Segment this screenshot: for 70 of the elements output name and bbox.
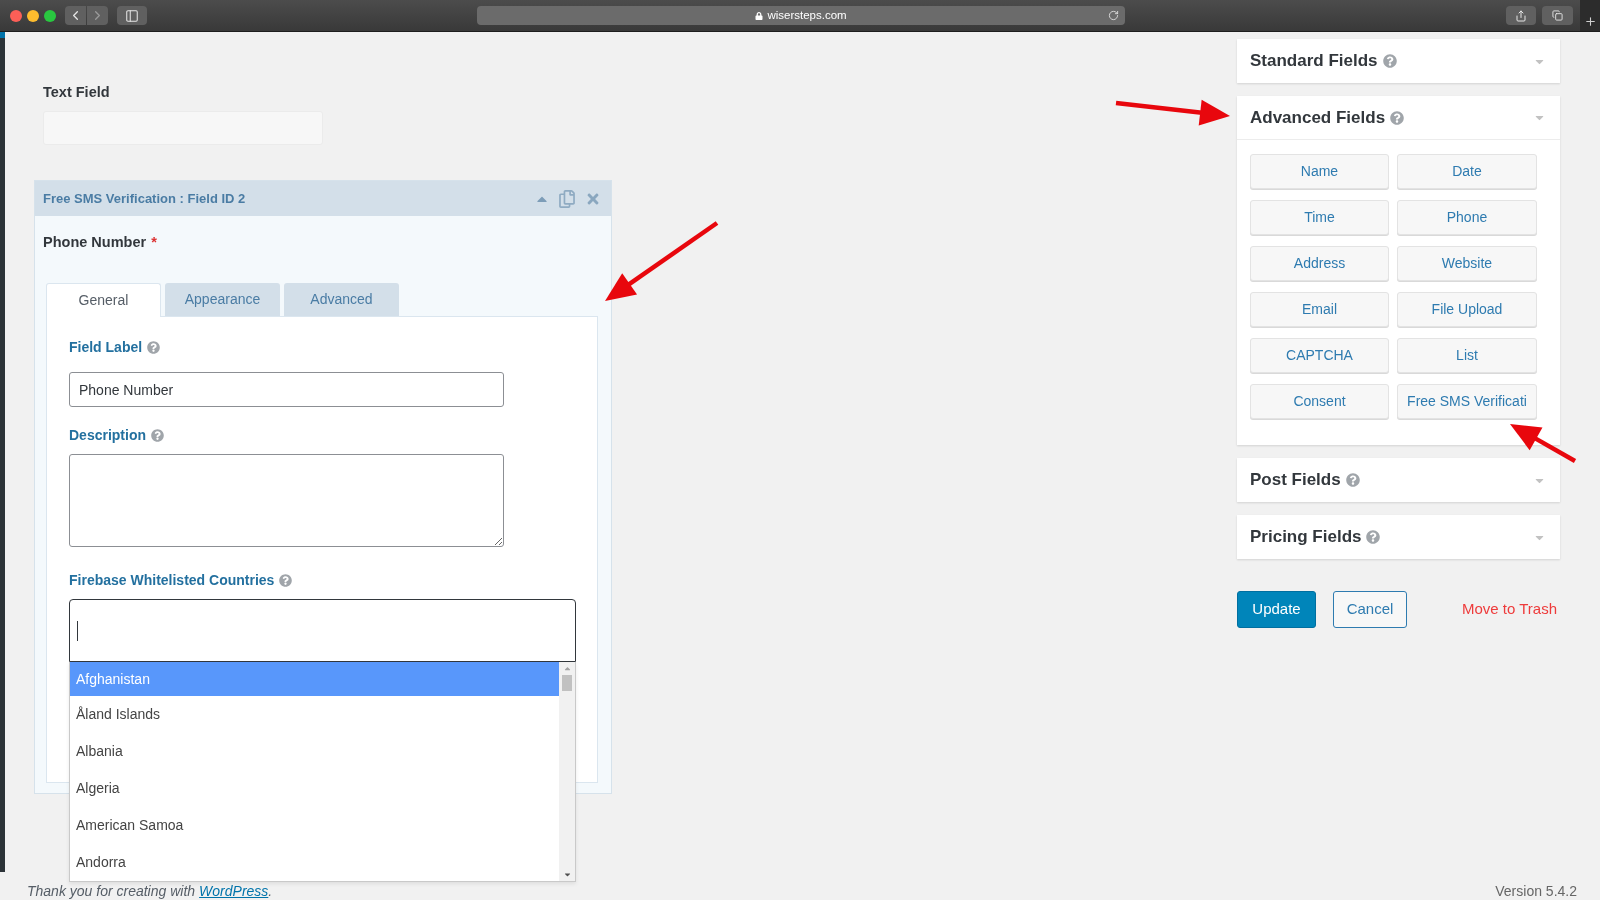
- duplicate-icon[interactable]: [558, 189, 576, 208]
- field-name: Phone Number: [43, 234, 147, 250]
- forward-button[interactable]: [87, 6, 108, 25]
- required-mark: *: [151, 234, 157, 250]
- new-tab-button[interactable]: [1580, 0, 1600, 31]
- version-text: Version 5.4.2: [1495, 881, 1577, 900]
- help-icon[interactable]: [151, 428, 164, 442]
- country-option[interactable]: Andorra: [70, 844, 559, 881]
- help-icon[interactable]: [147, 340, 161, 354]
- plus-icon: [1583, 15, 1597, 28]
- field-editor-title: Free SMS Verification : Field ID 2: [43, 189, 246, 208]
- add-field-button[interactable]: Name: [1250, 154, 1389, 189]
- field-group-header[interactable]: Advanced Fields: [1237, 96, 1560, 140]
- tab-overview-button[interactable]: [1542, 6, 1573, 25]
- sidebar-icon: [125, 8, 139, 23]
- scroll-down-icon[interactable]: [562, 870, 572, 879]
- scrollbar[interactable]: [559, 662, 575, 881]
- description-heading: Description: [69, 425, 146, 445]
- reload-icon[interactable]: [1108, 10, 1119, 21]
- country-option[interactable]: American Samoa: [70, 807, 559, 844]
- scroll-up-icon[interactable]: [562, 664, 572, 673]
- editor-tab[interactable]: Appearance: [165, 283, 280, 316]
- text-cursor-icon: [77, 620, 78, 641]
- country-search-field[interactable]: [69, 599, 576, 662]
- help-icon[interactable]: [1382, 54, 1397, 68]
- description-textarea[interactable]: [69, 454, 504, 547]
- add-field-button[interactable]: Free SMS Verificati: [1397, 384, 1537, 419]
- sidebar-button[interactable]: [117, 6, 147, 25]
- help-icon[interactable]: [279, 573, 293, 587]
- address-text: wisersteps.com: [767, 9, 847, 22]
- add-field-button[interactable]: Consent: [1250, 384, 1389, 419]
- update-button[interactable]: Update: [1237, 591, 1316, 628]
- country-option[interactable]: Albania: [70, 733, 559, 770]
- add-field-button[interactable]: Phone: [1397, 200, 1537, 235]
- window-close-icon[interactable]: [10, 9, 22, 22]
- help-icon[interactable]: [1345, 473, 1360, 487]
- share-button[interactable]: [1506, 6, 1536, 25]
- window-minimize-icon[interactable]: [27, 9, 39, 22]
- add-field-button[interactable]: CAPTCHA: [1250, 338, 1389, 373]
- add-field-button[interactable]: Date: [1397, 154, 1537, 189]
- editor-tab[interactable]: Advanced: [284, 283, 399, 316]
- text-field-label: Text Field: [43, 83, 110, 101]
- add-field-button[interactable]: File Upload: [1397, 292, 1537, 327]
- add-field-button[interactable]: Website: [1397, 246, 1537, 281]
- help-icon[interactable]: [1390, 110, 1405, 125]
- editor-tab[interactable]: General: [46, 283, 161, 317]
- lock-icon: [755, 11, 764, 20]
- address-bar[interactable]: wisersteps.com: [477, 6, 1125, 25]
- add-field-button[interactable]: Address: [1250, 246, 1389, 281]
- field-label-input[interactable]: Phone Number: [69, 372, 504, 407]
- field-label-heading: Field Label: [69, 337, 143, 357]
- add-field-button[interactable]: Time: [1250, 200, 1389, 235]
- share-icon: [1515, 9, 1527, 22]
- tabs-icon: [1552, 10, 1563, 21]
- help-icon[interactable]: [1366, 530, 1381, 544]
- add-field-button[interactable]: List: [1397, 338, 1537, 373]
- move-to-trash-link[interactable]: Move to Trash: [1461, 598, 1557, 621]
- country-option[interactable]: Åland Islands: [70, 696, 559, 733]
- field-group-header[interactable]: Pricing Fields: [1237, 515, 1560, 559]
- field-group-header[interactable]: Post Fields: [1237, 458, 1560, 502]
- country-option[interactable]: Algeria: [70, 770, 559, 807]
- scroll-thumb[interactable]: [562, 675, 572, 691]
- countries-heading: Firebase Whitelisted Countries: [69, 570, 275, 590]
- field-group-header[interactable]: Standard Fields: [1237, 39, 1560, 83]
- country-option[interactable]: Afghanistan: [70, 662, 559, 696]
- footer-credit: Thank you for creating with WordPress.: [27, 881, 273, 900]
- back-button[interactable]: [65, 6, 86, 25]
- cancel-button[interactable]: Cancel: [1333, 591, 1407, 628]
- window-zoom-icon[interactable]: [44, 9, 56, 22]
- add-field-button[interactable]: Email: [1250, 292, 1389, 327]
